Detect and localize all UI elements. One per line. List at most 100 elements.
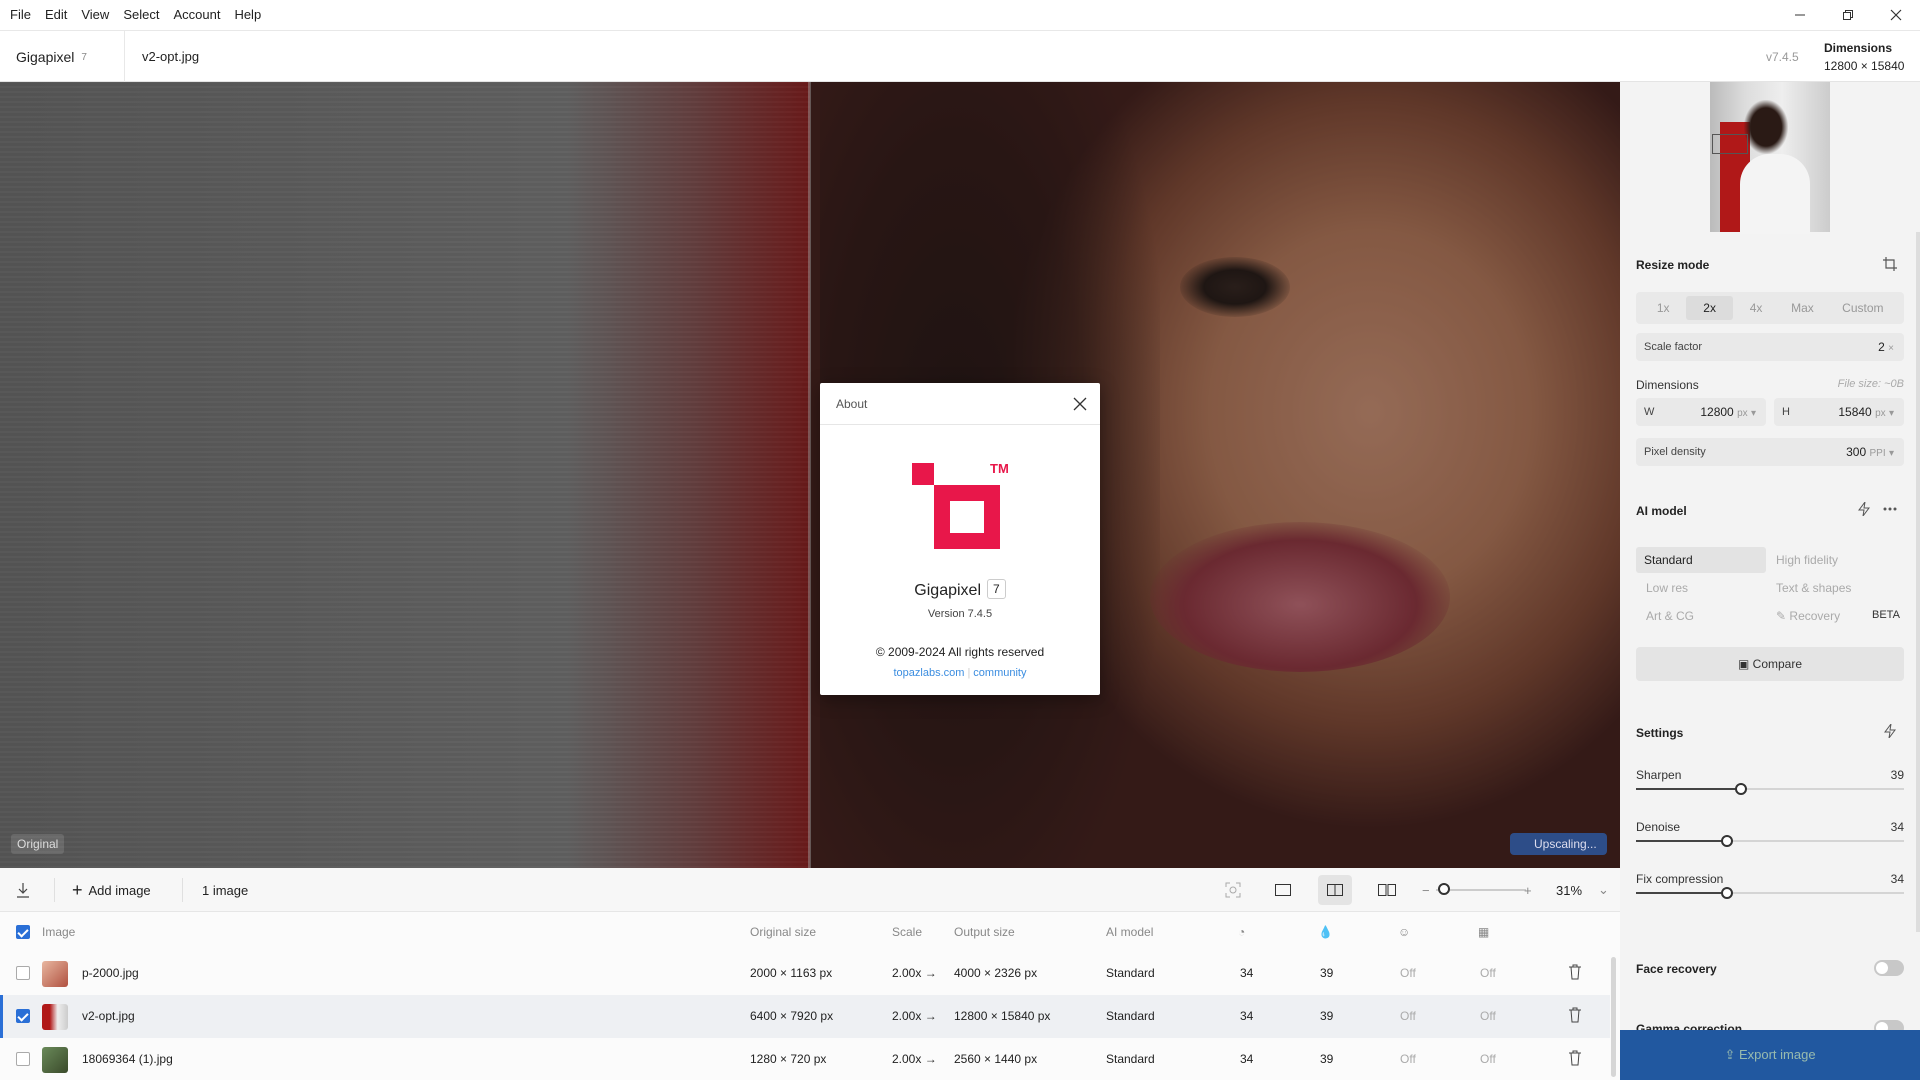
toolbar-separator — [54, 878, 55, 902]
row-checkbox[interactable] — [16, 1009, 30, 1023]
app-name: Gigapixel — [16, 48, 75, 65]
panel-scrollbar[interactable] — [1916, 232, 1920, 932]
sharpen-track[interactable] — [1636, 783, 1904, 795]
fix-compression-track[interactable] — [1636, 887, 1904, 899]
export-image-button[interactable]: ⇪ Export image — [1620, 1030, 1920, 1080]
pixel-density-value: 300 — [1846, 445, 1867, 459]
pixel-density-unit: PPI — [1869, 448, 1886, 459]
menu-edit[interactable]: Edit — [38, 0, 74, 30]
col-output-size[interactable]: Output size — [954, 925, 1015, 939]
row-denoise: 39 — [1320, 1009, 1334, 1023]
navigator-thumbnail[interactable] — [1710, 82, 1830, 234]
col-scale[interactable]: Scale — [892, 925, 922, 939]
toolbar-separator — [182, 878, 183, 902]
dimensions-title: Dimensions — [1636, 378, 1699, 392]
auto-settings-button[interactable] — [1882, 723, 1898, 739]
download-button[interactable] — [14, 868, 32, 912]
model-high-fidelity[interactable]: High fidelity — [1776, 553, 1838, 567]
zoom-in-button[interactable]: + — [1524, 868, 1532, 912]
zoom-chevron-down-icon[interactable]: ⌄ — [1598, 868, 1609, 912]
model-standard[interactable]: Standard — [1636, 547, 1766, 573]
original-label: Original — [11, 834, 65, 854]
delete-row-button[interactable] — [1568, 1007, 1582, 1026]
close-dialog-button[interactable] — [1070, 394, 1090, 414]
ai-model-more-button[interactable] — [1882, 501, 1898, 517]
menu-select[interactable]: Select — [116, 0, 166, 30]
split-view-button[interactable] — [1318, 875, 1352, 905]
minimize-button[interactable] — [1776, 0, 1824, 30]
menu-help[interactable]: Help — [227, 0, 268, 30]
height-value: 15840 — [1838, 405, 1872, 419]
compare-button[interactable]: ▣ Compare — [1636, 647, 1904, 681]
delete-row-button[interactable] — [1568, 1050, 1582, 1069]
table-row[interactable]: p-2000.jpg 2000 × 1163 px 2.00x → 4000 ×… — [0, 952, 1610, 995]
row-filename: p-2000.jpg — [82, 966, 139, 980]
image-count: 1 image — [202, 882, 249, 898]
width-field[interactable]: W 12800 px ▾ — [1636, 398, 1766, 426]
resize-4x[interactable]: 4x — [1733, 296, 1779, 320]
resize-custom[interactable]: Custom — [1826, 296, 1900, 320]
select-all-checkbox[interactable] — [16, 925, 30, 939]
row-original-size: 6400 × 7920 px — [750, 1009, 834, 1023]
denoise-fill — [1636, 840, 1728, 842]
logo-trademark: TM — [990, 461, 1009, 476]
denoise-track[interactable] — [1636, 835, 1904, 847]
col-image[interactable]: Image — [42, 925, 75, 939]
auto-model-button[interactable] — [1856, 501, 1872, 517]
sharpen-slider[interactable]: Sharpen 39 — [1636, 768, 1904, 808]
row-gamma: Off — [1480, 966, 1496, 980]
col-original-size[interactable]: Original size — [750, 925, 816, 939]
resize-1x[interactable]: 1x — [1640, 296, 1686, 320]
row-checkbox[interactable] — [16, 1052, 30, 1066]
col-ai-model[interactable]: AI model — [1106, 925, 1153, 939]
zoom-out-button[interactable]: − — [1422, 868, 1430, 912]
row-checkbox[interactable] — [16, 966, 30, 980]
height-field[interactable]: H 15840 px ▾ — [1774, 398, 1904, 426]
fix-compression-knob[interactable] — [1721, 887, 1734, 899]
model-low-res[interactable]: Low res — [1646, 581, 1688, 595]
zoom-level[interactable]: 31% — [1556, 868, 1582, 912]
community-link[interactable]: community — [973, 667, 1026, 679]
navigator-viewport-frame[interactable] — [1712, 134, 1748, 154]
model-art-cg[interactable]: Art & CG — [1646, 609, 1694, 623]
add-image-button[interactable]: + Add image — [72, 868, 151, 912]
denoise-slider[interactable]: Denoise 34 — [1636, 820, 1904, 860]
width-unit: px — [1737, 408, 1748, 419]
row-ai-model: Standard — [1106, 1009, 1155, 1023]
more-icon — [1883, 507, 1897, 511]
menu-view[interactable]: View — [74, 0, 116, 30]
menu-account[interactable]: Account — [166, 0, 227, 30]
table-scrollbar[interactable] — [1611, 957, 1616, 1077]
table-row[interactable]: v2-opt.jpg 6400 × 7920 px 2.00x → 12800 … — [0, 995, 1610, 1038]
face-recovery-toggle[interactable] — [1874, 960, 1904, 976]
side-by-side-button[interactable] — [1370, 875, 1404, 905]
menu-file[interactable]: File — [0, 0, 38, 30]
topazlabs-link[interactable]: topazlabs.com — [894, 667, 965, 679]
resize-max[interactable]: Max — [1779, 296, 1825, 320]
image-canvas[interactable]: Original Upscaling... — [0, 82, 1620, 868]
row-scale[interactable]: 2.00x → — [892, 1052, 937, 1066]
pixel-density-field[interactable]: Pixel density 300 PPI ▾ — [1636, 438, 1904, 466]
fix-compression-slider[interactable]: Fix compression 34 — [1636, 872, 1904, 912]
zoom-slider-knob[interactable] — [1438, 883, 1450, 895]
app-brand[interactable]: Gigapixel 7 — [0, 31, 125, 82]
model-text-shapes[interactable]: Text & shapes — [1776, 581, 1851, 595]
delete-row-button[interactable] — [1568, 964, 1582, 983]
file-tab[interactable]: v2-opt.jpg — [142, 31, 199, 82]
dimensions-header-label: Dimensions — [1824, 41, 1893, 55]
sharpen-knob[interactable] — [1734, 783, 1747, 795]
resize-2x[interactable]: 2x — [1686, 296, 1733, 320]
restore-button[interactable] — [1824, 0, 1872, 30]
table-row[interactable]: 18069364 (1).jpg 1280 × 720 px 2.00x → 2… — [0, 1038, 1610, 1081]
dimensions-header: Dimensions 12800 × 15840 — [1824, 39, 1904, 75]
face-detect-button[interactable] — [1216, 875, 1250, 905]
denoise-knob[interactable] — [1721, 835, 1734, 847]
model-recovery[interactable]: ✎ Recovery — [1776, 609, 1840, 623]
chevron-down-icon: ▾ — [1888, 448, 1894, 459]
crop-button[interactable] — [1882, 256, 1898, 272]
close-window-button[interactable] — [1872, 0, 1920, 30]
scale-factor-field[interactable]: Scale factor 2 × — [1636, 333, 1904, 361]
row-scale[interactable]: 2.00x → — [892, 966, 937, 980]
single-view-button[interactable] — [1266, 875, 1300, 905]
row-scale[interactable]: 2.00x → — [892, 1009, 937, 1023]
